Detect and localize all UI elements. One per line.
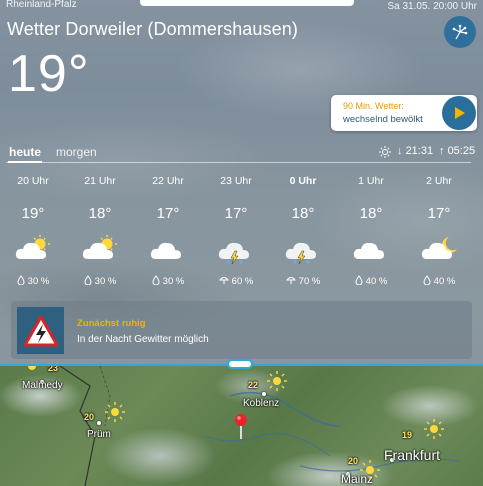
hour-label: 20 Uhr [17, 175, 49, 187]
play-icon [455, 107, 465, 119]
precipitation: 30 % [70, 275, 130, 288]
hour-column: 20 Uhr 19° 30 % [3, 175, 63, 288]
precipitation-value: 60 % [231, 276, 254, 287]
sun-cloud-icon [70, 234, 130, 264]
precipitation-value: 30 % [27, 276, 50, 287]
hour-temperature: 18° [291, 205, 315, 222]
hour-column: 22 Uhr 17° 30 % [138, 175, 198, 288]
search-bar[interactable] [140, 0, 354, 6]
current-temperature: 19° [8, 45, 90, 103]
raindrop-icon [355, 275, 363, 288]
warning-icon [17, 307, 64, 354]
sun-icon [28, 366, 36, 370]
thunderstorm-icon [273, 234, 333, 265]
city-label: Prüm [87, 429, 111, 440]
nowcast-text: wechselnd bewölkt [343, 114, 423, 125]
precipitation-value: 30 % [162, 276, 185, 287]
map-temp: 19 [402, 430, 413, 440]
city-label: Malmedy [22, 380, 63, 391]
tab-tomorrow[interactable]: morgen [56, 145, 97, 159]
cloud-icon [341, 234, 401, 264]
sunrise-value: 05:25 [447, 145, 476, 157]
map-drag-handle[interactable] [227, 359, 253, 369]
precipitation: 70 % [273, 275, 333, 288]
arrow-down-icon: ↓ [397, 145, 403, 157]
nowcast-card[interactable]: 90 Min. Wetter: wechselnd bewölkt [331, 95, 477, 131]
warning-text: In der Nacht Gewitter möglich [77, 334, 209, 345]
city-label: Koblenz [243, 398, 280, 409]
city-dot [97, 421, 101, 425]
hour-column: 21 Uhr 18° 30 % [70, 175, 130, 288]
hour-label: 2 Uhr [426, 175, 452, 187]
weather-warning-card[interactable]: Zunächst ruhig In der Nacht Gewitter mög… [11, 301, 472, 359]
sun-icon [105, 402, 125, 422]
precipitation: 30 % [3, 275, 63, 288]
sun-icon [360, 460, 380, 480]
raindrop-icon [17, 275, 25, 288]
hour-temperature: 18° [359, 205, 383, 222]
weather-settings-button[interactable] [444, 16, 476, 48]
hour-label: 0 Uhr [289, 175, 317, 187]
city-dot [262, 392, 266, 396]
sun-icon [424, 419, 444, 439]
map-temp: 22 [248, 380, 259, 390]
hour-temperature: 17° [224, 205, 248, 222]
hour-temperature: 18° [88, 205, 112, 222]
precipitation: 40 % [341, 275, 401, 288]
hour-label: 22 Uhr [152, 175, 184, 187]
hour-temperature: 19° [21, 205, 45, 222]
umbrella-icon [285, 275, 296, 288]
warning-title: Zunächst ruhig [77, 318, 146, 329]
hour-label: 21 Uhr [84, 175, 116, 187]
dandelion-icon [452, 24, 468, 40]
nowcast-title: 90 Min. Wetter: [343, 101, 404, 111]
precipitation-value: 70 % [298, 276, 321, 287]
map-temp: 23 [48, 366, 59, 373]
precipitation: 30 % [138, 275, 198, 288]
tabs-divider [6, 162, 471, 163]
sunrise-time: ↑ 05:25 [439, 145, 475, 157]
sun-cloud-icon [3, 234, 63, 264]
precipitation: 60 % [206, 275, 266, 288]
raindrop-icon [423, 275, 431, 288]
location-pin-icon[interactable] [234, 413, 248, 439]
location-title: Wetter Dorweiler (Dommershausen) [7, 19, 298, 39]
sun-outline-icon [379, 146, 391, 158]
hour-temperature: 17° [427, 205, 451, 222]
raindrop-icon [152, 275, 160, 288]
hour-column: 1 Uhr 18° 40 % [341, 175, 401, 288]
tab-today[interactable]: heute [7, 145, 43, 163]
hour-temperature: 17° [156, 205, 180, 222]
cloud-icon [138, 234, 198, 264]
thunderstorm-icon [206, 234, 266, 265]
hour-label: 1 Uhr [358, 175, 384, 187]
datetime-label: Sa 31.05. 20:00 Uhr [387, 1, 477, 12]
arrow-up-icon: ↑ [439, 145, 445, 157]
sunset-value: 21:31 [405, 145, 434, 157]
map-temp: 20 [348, 456, 359, 466]
city-label: Frankfurt [384, 447, 441, 463]
precipitation-value: 30 % [94, 276, 117, 287]
umbrella-icon [218, 275, 229, 288]
sun-icon [267, 371, 287, 391]
hour-label: 23 Uhr [220, 175, 252, 187]
play-button[interactable] [442, 96, 476, 130]
hour-column: 0 Uhr 18° 70 % [273, 175, 333, 288]
moon-cloud-icon [409, 234, 469, 264]
precipitation-value: 40 % [365, 276, 388, 287]
precipitation: 40 % [409, 275, 469, 288]
region-label: Rheinland-Pfalz [6, 0, 77, 10]
raindrop-icon [84, 275, 92, 288]
map-temp: 20 [84, 412, 95, 422]
sunset-time: ↓ 21:31 [397, 145, 433, 157]
hour-column: 2 Uhr 17° 40 % [409, 175, 469, 288]
precipitation-value: 40 % [433, 276, 456, 287]
hour-column: 23 Uhr 17° 60 % [206, 175, 266, 288]
